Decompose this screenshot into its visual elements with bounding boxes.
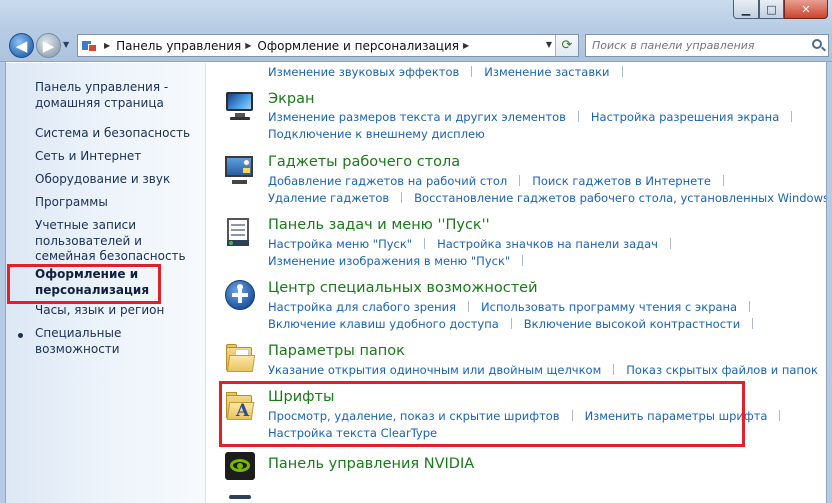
highlight-box-sidebar [7, 264, 161, 304]
sidebar-item-ease-of-access[interactable]: Специальные возможности [35, 326, 205, 357]
link-row: Изменение изображения в меню "Пуск" [268, 254, 535, 268]
category-title-folder-options[interactable]: Параметры папок [268, 343, 405, 359]
desktop-gadgets-icon[interactable] [223, 153, 257, 187]
link-divider [621, 66, 623, 77]
link-sound-effects[interactable]: Изменение звуковых эффектов [268, 65, 459, 79]
sidebar-item-clock-region[interactable]: Часы, язык и регион [35, 303, 205, 319]
link-taskbar-icons[interactable]: Настройка значков на панели задач [437, 237, 658, 251]
category-title-display[interactable]: Экран [268, 91, 314, 107]
back-button[interactable]: ◀ [9, 33, 34, 58]
nvidia-icon[interactable] [223, 449, 257, 483]
sidebar-item-network[interactable]: Сеть и Интернет [35, 149, 205, 165]
link-click-behavior[interactable]: Указание открытия одиночным или двойным … [268, 363, 601, 377]
link-divider [577, 111, 579, 122]
refresh-button[interactable]: ⟳ [555, 35, 578, 56]
category-title-nvidia[interactable]: Панель управления NVIDIA [268, 456, 474, 472]
link-text-size[interactable]: Изменение размеров текста и других элеме… [268, 110, 566, 124]
sidebar-item-home[interactable]: Панель управления - домашняя страница [35, 80, 205, 111]
link-screen-reader[interactable]: Использовать программу чтения с экрана [481, 300, 737, 314]
category-title-taskbar[interactable]: Панель задач и меню ''Пуск'' [268, 217, 490, 233]
link-external-display[interactable]: Подключение к внешнему дисплею [268, 127, 485, 141]
breadcrumb-separator[interactable]: ▶ [104, 41, 110, 50]
address-bar[interactable]: ▶ Панель управления ▶ Оформление и персо… [77, 34, 579, 57]
control-panel-icon [82, 39, 100, 53]
link-remove-gadgets[interactable]: Удаление гаджетов [268, 191, 389, 205]
address-dropdown-icon[interactable]: ▼ [546, 40, 552, 49]
link-divider [424, 238, 426, 249]
link-shortcut-keys[interactable]: Включение клавиш удобного доступа [268, 317, 499, 331]
forward-button[interactable]: ▶ [36, 33, 61, 58]
current-item-bullet [18, 333, 23, 338]
link-row: Включение клавиш удобного доступа Включен… [268, 317, 765, 331]
link-divider [752, 318, 754, 329]
highlight-box-fonts [219, 381, 745, 447]
link-find-gadgets[interactable]: Поиск гаджетов в Интернете [532, 174, 711, 188]
link-row: Удаление гаджетов Восстановление гаджетов… [268, 191, 829, 205]
category-gadgets: Гаджеты рабочего стола [268, 154, 460, 170]
link-hidden-files[interactable]: Показ скрытых файлов и папок [626, 363, 818, 377]
link-low-vision[interactable]: Настройка для слабого зрения [268, 300, 456, 314]
link-divider [510, 318, 512, 329]
category-title-ease-of-access[interactable]: Центр специальных возможностей [268, 280, 538, 296]
partial-category-icon [223, 493, 257, 503]
link-divider [519, 175, 521, 186]
breadcrumb-separator[interactable]: ▶ [463, 41, 469, 50]
breadcrumb-appearance[interactable]: Оформление и персонализация [257, 39, 459, 53]
link-start-menu-picture[interactable]: Изменение изображения в меню "Пуск" [268, 254, 510, 268]
link-screensaver[interactable]: Изменение заставки [484, 65, 609, 79]
link-row: Добавление гаджетов на рабочий стол Поиск… [268, 174, 736, 188]
recent-pages-dropdown[interactable]: ▼ [63, 40, 69, 49]
sidebar-item-system-security[interactable]: Система и безопасность [35, 126, 205, 142]
folder-options-icon[interactable] [223, 341, 257, 375]
breadcrumb-control-panel[interactable]: Панель управления [116, 39, 241, 53]
category-nvidia: Панель управления NVIDIA [268, 456, 474, 472]
search-icon[interactable] [812, 38, 826, 53]
link-divider [471, 66, 473, 77]
link-divider [468, 301, 470, 312]
link-divider [722, 175, 724, 186]
link-divider [401, 192, 403, 203]
link-divider [613, 364, 615, 375]
link-row: Указание открытия одиночным или двойным … [268, 363, 832, 377]
category-taskbar: Панель задач и меню ''Пуск'' [268, 217, 490, 233]
category-title-gadgets[interactable]: Гаджеты рабочего стола [268, 154, 460, 170]
link-restore-gadgets[interactable]: Восстановление гаджетов рабочего стола, … [414, 191, 829, 205]
link-screen-resolution[interactable]: Настройка разрешения экрана [591, 110, 779, 124]
link-divider [749, 301, 751, 312]
link-row: Настройка для слабого зрения Использовать… [268, 300, 762, 314]
maximize-button[interactable]: □ [759, 0, 784, 19]
link-divider [791, 111, 793, 122]
link-row: Изменение размеров текста и других элеме… [268, 110, 804, 124]
link-row: Настройка меню "Пуск" Настройка значков н… [268, 237, 683, 251]
sidebar-item-programs[interactable]: Программы [35, 195, 205, 211]
search-box[interactable] [585, 34, 829, 57]
link-add-gadgets[interactable]: Добавление гаджетов на рабочий стол [268, 174, 507, 188]
sidebar-item-hardware-sound[interactable]: Оборудование и звук [35, 172, 205, 188]
window-titlebar: ▁ □ ✕ ◀ ▶ ▼ ▶ Панель управления ▶ Оформл… [0, 0, 832, 62]
link-customize-start-menu[interactable]: Настройка меню "Пуск" [268, 237, 412, 251]
link-divider [522, 255, 524, 266]
sidebar-item-user-accounts[interactable]: Учетные записи пользователей и семейная … [35, 218, 205, 265]
breadcrumb-separator[interactable]: ▶ [245, 41, 251, 50]
link-row: Изменение звуковых эффектов Изменение зас… [268, 65, 635, 79]
search-input[interactable] [592, 36, 810, 55]
link-divider [669, 238, 671, 249]
ease-of-access-icon[interactable] [223, 278, 257, 312]
window-frame-right [826, 62, 832, 503]
category-ease-of-access: Центр специальных возможностей [268, 280, 538, 296]
window-controls: ▁ □ ✕ [733, 0, 828, 19]
display-icon[interactable] [223, 88, 257, 122]
link-high-contrast[interactable]: Включение высокой контрастности [524, 317, 740, 331]
category-display: Экран [268, 91, 314, 107]
close-button[interactable]: ✕ [784, 0, 828, 19]
minimize-button[interactable]: ▁ [733, 0, 759, 19]
taskbar-icon[interactable] [223, 216, 257, 250]
link-divider [779, 410, 781, 421]
link-row: Подключение к внешнему дисплею [268, 127, 485, 141]
category-folder-options: Параметры папок [268, 343, 405, 359]
